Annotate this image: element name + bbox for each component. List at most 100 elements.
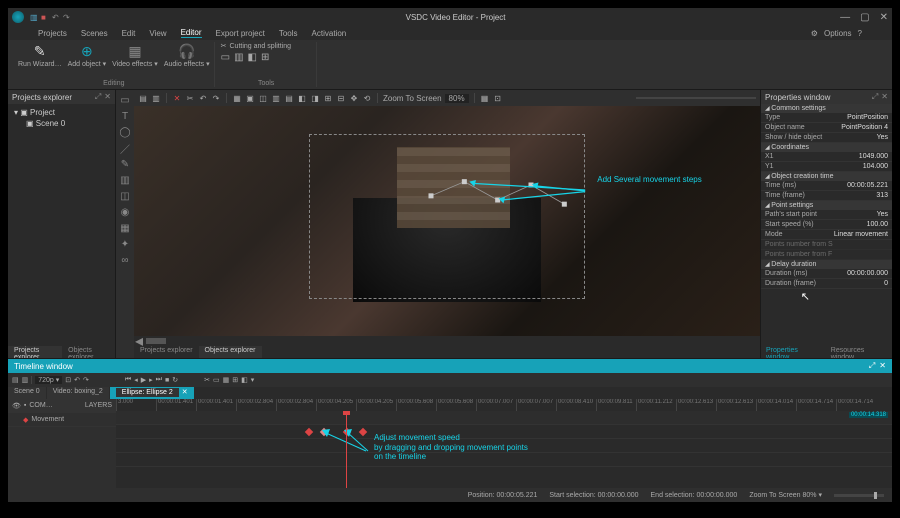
help-icon[interactable]: ?	[858, 29, 862, 38]
eye-icon[interactable]: 👁	[12, 402, 21, 410]
close-button[interactable]: ✕	[880, 12, 888, 23]
pin-icon[interactable]: ⤢	[869, 361, 875, 371]
tool-icon[interactable]: ⊞	[232, 376, 238, 384]
menu-editor[interactable]: Editor	[181, 28, 202, 38]
text-icon[interactable]: T	[119, 110, 131, 122]
options-label[interactable]: Options	[824, 29, 852, 38]
tool-icon[interactable]: ↷	[83, 376, 89, 384]
timeline-ruler[interactable]: 3.00000:00:01.40100:00:01.40100:00:02.80…	[116, 399, 892, 411]
tree-project[interactable]: ▾ ▣ Project	[14, 107, 109, 118]
qat-save-icon[interactable]: ■	[41, 13, 49, 21]
align-icon[interactable]: ◨	[310, 93, 320, 103]
align-icon[interactable]: ◧	[297, 93, 307, 103]
tool-icon[interactable]: ◧	[241, 376, 248, 384]
add-object-button[interactable]: ⊕Add object ▾	[68, 42, 107, 68]
tab-objects-explorer[interactable]: Objects explorer	[62, 346, 115, 358]
timeline-tab-ellipse[interactable]: Ellipse: Ellipse 2 ✕	[110, 387, 194, 399]
maximize-button[interactable]: ▢	[860, 12, 869, 23]
pin-icon[interactable]: ⤢	[95, 92, 101, 102]
tool-icon[interactable]: ↶	[74, 376, 80, 384]
grid-icon[interactable]: ▦	[480, 93, 490, 103]
resolution-dropdown[interactable]: 720p ▾	[35, 376, 62, 384]
timeline-tracks[interactable]: 00:00:14.318	[116, 411, 892, 488]
chart-icon[interactable]: ▥	[119, 174, 131, 186]
tool-icon[interactable]: ▦	[223, 376, 230, 384]
prop-show[interactable]: Yes	[877, 134, 888, 141]
section-point[interactable]: Point settings	[761, 201, 892, 210]
project-tree[interactable]: ▾ ▣ Project ▣ Scene 0	[8, 104, 115, 346]
align-icon[interactable]: ◫	[258, 93, 268, 103]
stop-icon[interactable]: ■	[165, 377, 169, 384]
align-icon[interactable]: ▦	[232, 93, 242, 103]
pin-icon[interactable]: ⤢	[872, 92, 878, 102]
prop-mode[interactable]: Linear movement	[834, 231, 888, 238]
section-coordinates[interactable]: Coordinates	[761, 143, 892, 152]
redo-icon[interactable]: ↷	[211, 93, 221, 103]
undo-icon[interactable]: ↶	[198, 93, 208, 103]
goto-start-icon[interactable]: ⏮	[125, 376, 131, 384]
run-wizard-button[interactable]: ✎Run Wizard…	[18, 42, 62, 68]
qat-undo-icon[interactable]: ↶	[52, 13, 60, 21]
qat-redo-icon[interactable]: ↷	[63, 13, 71, 21]
link-icon[interactable]: ∞	[119, 254, 131, 266]
align-icon[interactable]: ▥	[271, 93, 281, 103]
menu-edit[interactable]: Edit	[122, 29, 136, 38]
timeline-tab-scene[interactable]: Scene 0	[8, 387, 46, 399]
tool-icon[interactable]: ▥	[22, 376, 29, 384]
sprite-icon[interactable]: ✦	[119, 238, 131, 250]
tool-icon[interactable]: ▭	[213, 376, 220, 384]
minimize-button[interactable]: —	[840, 12, 850, 23]
timeline-tab-video[interactable]: Video: boxing_2	[47, 387, 109, 399]
layer-icon[interactable]: ▥	[151, 93, 161, 103]
color-icon[interactable]: ◉	[119, 206, 131, 218]
brush-icon[interactable]: ✎	[119, 158, 131, 170]
prop-time-ms[interactable]: 00:00:05.221	[847, 182, 888, 189]
lock-icon[interactable]: ▪	[24, 402, 26, 409]
close-panel-icon[interactable]: ✕	[104, 92, 111, 102]
audio-effects-button[interactable]: 🎧Audio effects ▾	[164, 42, 210, 68]
tree-scene[interactable]: ▣ Scene 0	[14, 118, 109, 129]
pointer-icon[interactable]: ▭	[119, 94, 131, 106]
mask-icon[interactable]: ▦	[119, 222, 131, 234]
tab-properties[interactable]: Properties window	[761, 346, 826, 358]
cutting-splitting-button[interactable]: ✂Cutting and splitting	[221, 42, 291, 50]
close-panel-icon[interactable]: ✕	[881, 92, 888, 102]
menu-view[interactable]: View	[149, 29, 166, 38]
delete-icon[interactable]: ✕	[172, 93, 182, 103]
tab-projects-explorer-b[interactable]: Projects explorer	[134, 346, 199, 358]
keyframe-icon[interactable]: ◆	[23, 416, 28, 424]
prev-frame-icon[interactable]: ◂	[134, 376, 138, 384]
playhead[interactable]	[346, 411, 347, 488]
goto-end-icon[interactable]: ⏭	[156, 376, 162, 384]
tab-resources[interactable]: Resources window	[826, 346, 892, 358]
clip-end-marker[interactable]: 00:00:14.318	[849, 412, 888, 418]
movement-path[interactable]	[416, 175, 596, 225]
menu-projects[interactable]: Projects	[38, 29, 67, 38]
prop-start-speed[interactable]: 100.00	[867, 221, 888, 228]
layer-icon[interactable]: ▤	[138, 93, 148, 103]
close-panel-icon[interactable]: ✕	[879, 361, 886, 371]
gear-icon[interactable]: ⚙	[811, 29, 818, 38]
prop-name[interactable]: PointPosition 4	[841, 124, 888, 131]
tool-icon[interactable]: ▤	[12, 376, 19, 384]
zoom-slider[interactable]	[834, 494, 884, 497]
menu-tools[interactable]: Tools	[279, 29, 298, 38]
tool-icon[interactable]: ▾	[251, 376, 255, 384]
snap-icon[interactable]: ⊡	[493, 93, 503, 103]
video-effects-button[interactable]: ▦Video effects ▾	[112, 42, 158, 68]
qat-new-icon[interactable]: ▥	[30, 13, 38, 21]
prop-time-frame[interactable]: 313	[876, 192, 888, 199]
layer-row[interactable]: ◆ Movement	[8, 413, 116, 427]
tool-icon[interactable]: ▥	[234, 52, 243, 63]
status-zoom[interactable]: 80%	[803, 492, 817, 499]
line-icon[interactable]: ／	[119, 142, 131, 154]
menu-scenes[interactable]: Scenes	[81, 29, 108, 38]
play-icon[interactable]: ▶	[141, 376, 146, 384]
move-icon[interactable]: ✥	[349, 93, 359, 103]
align-icon[interactable]: ⊟	[336, 93, 346, 103]
prop-x1[interactable]: 1049.000	[859, 153, 888, 160]
horizontal-scrollbar[interactable]: ◂	[134, 336, 760, 346]
prop-dur-ms[interactable]: 00:00:00.000	[847, 270, 888, 277]
align-icon[interactable]: ▤	[284, 93, 294, 103]
align-icon[interactable]: ▣	[245, 93, 255, 103]
